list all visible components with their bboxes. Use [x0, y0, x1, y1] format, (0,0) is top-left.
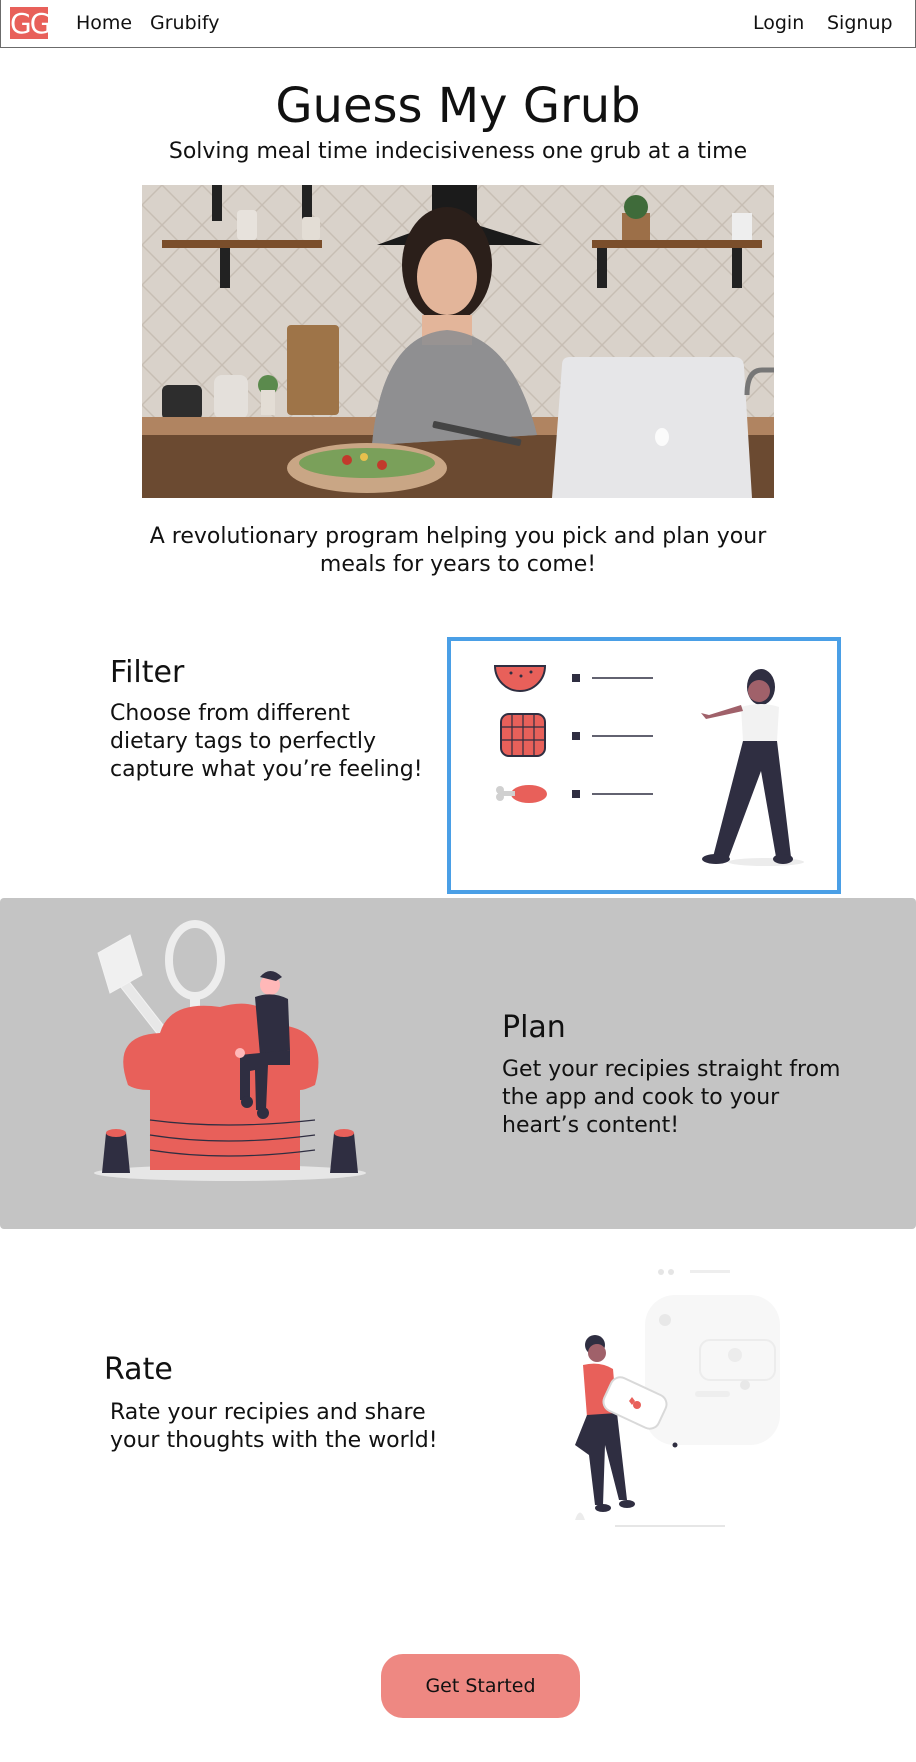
filter-text: Choose from different dietary tags to pe…: [110, 701, 423, 782]
get-started-button[interactable]: Get Started: [381, 1654, 580, 1718]
plan-heading: Plan: [502, 1010, 566, 1045]
plan-text: Get your recipies straight from the app …: [502, 1057, 841, 1138]
login-link[interactable]: Login: [753, 12, 804, 34]
nav-link-home[interactable]: Home: [76, 12, 132, 34]
filter-heading: Filter: [110, 655, 185, 690]
page-subtitle: Solving meal time indecisiveness one gru…: [168, 139, 748, 164]
rate-heading: Rate: [104, 1352, 173, 1387]
rate-text: Rate your recipies and share your though…: [110, 1400, 438, 1453]
logo-icon[interactable]: GG: [10, 7, 51, 40]
rate-illustration: [555, 1265, 795, 1535]
intro-text: A revolutionary program helping you pick…: [149, 524, 767, 577]
page-title: Guess My Grub: [275, 78, 641, 134]
filter-illustration: [447, 637, 841, 894]
nav-link-grubify[interactable]: Grubify: [150, 12, 220, 34]
signup-link[interactable]: Signup: [827, 12, 893, 34]
hero-photo: [142, 185, 774, 498]
plan-illustration: [90, 915, 370, 1185]
